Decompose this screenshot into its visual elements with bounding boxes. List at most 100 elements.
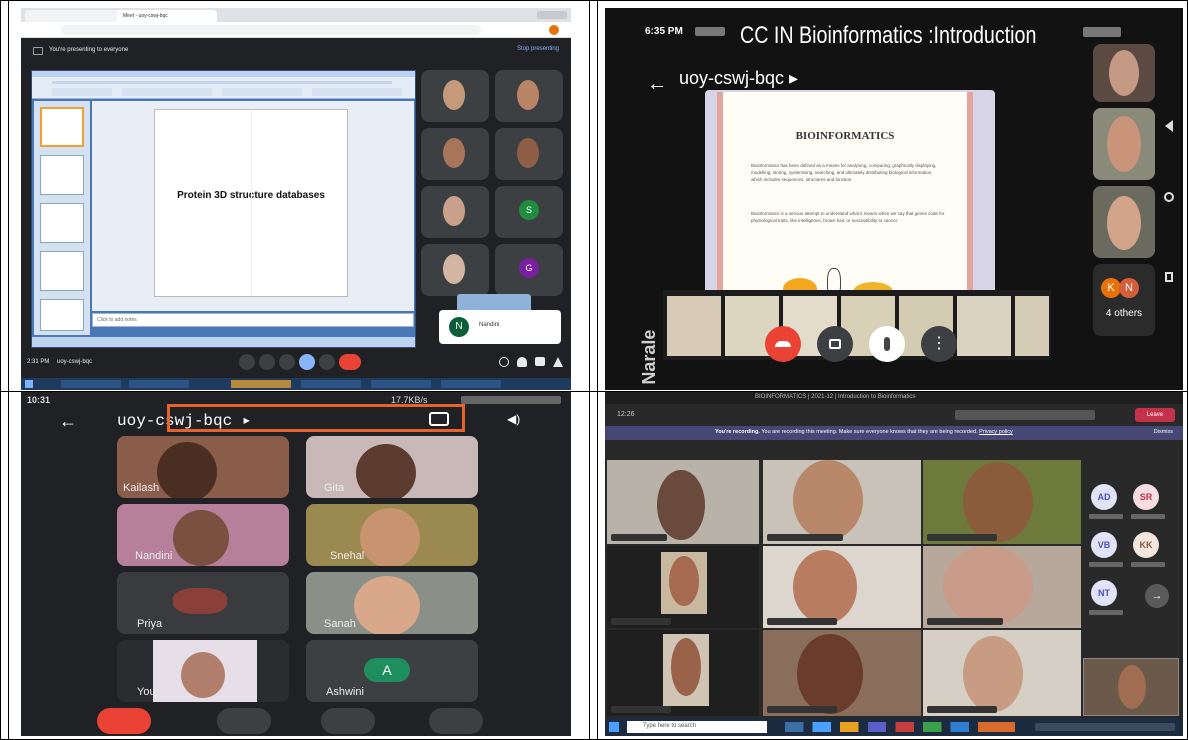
participant-tile[interactable]: S [495,186,563,238]
notes-pane[interactable]: Click to add notes [92,313,414,327]
video-tile[interactable] [763,630,921,716]
meeting-code-header[interactable]: uoy-cswj-bqc ▸ [679,68,798,89]
nav-home-icon[interactable] [1164,192,1174,202]
nav-recents-icon[interactable] [1165,272,1173,282]
others-tile[interactable]: K N 4 others [1093,264,1155,336]
participant-tile[interactable] [421,70,489,122]
thumbnail-2[interactable] [40,155,84,195]
video-tile[interactable] [607,630,759,716]
end-call-button[interactable] [765,326,801,362]
taskbar-search[interactable]: Type here to search [627,721,767,733]
captions-button[interactable] [279,354,295,370]
more-options-button[interactable] [319,354,335,370]
info-icon[interactable] [499,357,509,367]
participant-tile-kailash[interactable]: Kailash [117,436,289,498]
participant-avatar[interactable]: VB [1091,532,1117,558]
mic-button[interactable] [239,354,255,370]
thumbnail-3[interactable] [40,203,84,243]
participant-avatar[interactable]: AD [1091,484,1117,510]
video-tile[interactable] [763,460,921,544]
start-button[interactable] [609,722,619,732]
more-participants-button[interactable]: → [1145,584,1169,608]
mic-toggle-button[interactable] [321,708,375,734]
participant-tile[interactable] [1093,44,1155,102]
back-arrow-icon[interactable]: ← [647,74,667,94]
profile-icon[interactable] [549,25,559,35]
speaker-icon[interactable]: ◀) [507,412,520,426]
panel-phone-landscape: 6:35 PM CC IN Bioinformatics :Introducti… [605,8,1183,390]
participant-tile-snehal[interactable]: Snehal [306,504,478,566]
meeting-time: 2:31 PM [27,359,50,365]
panel-phone-portrait: 10:31 17.7KB/s ← uoy-cswj-bqc ▸ ◀) Kaila… [21,392,571,736]
participant-avatar: A [364,658,410,682]
switch-camera-icon[interactable] [429,412,449,426]
participant-tile[interactable] [421,128,489,180]
privacy-link[interactable]: Privacy policy [979,429,1013,435]
others-label: 4 others [1105,308,1143,319]
url-field[interactable] [61,25,481,35]
nav-back-icon[interactable] [1165,120,1173,132]
self-video-tile[interactable] [1083,658,1179,716]
activities-icon[interactable] [553,357,563,367]
video-tile[interactable] [923,630,1081,716]
window-controls[interactable] [537,11,567,19]
camera-toggle-button[interactable] [817,326,853,362]
leave-button[interactable]: Leave [1135,408,1175,422]
participant-name: Sanah [324,618,356,630]
video-tile[interactable] [763,546,921,628]
back-arrow-icon[interactable]: ← [59,412,77,430]
browser-tabbar: Meet - uoy-cswj-bqc [21,8,571,22]
camera-toggle-button[interactable] [217,708,271,734]
chip-avatar: N [449,317,469,337]
browser-tab-active[interactable]: Meet - uoy-cswj-bqc [117,10,217,22]
thumbnail-4[interactable] [40,251,84,291]
toolbar-icons[interactable] [955,410,1095,420]
participant-tile-you[interactable]: You [117,640,289,702]
taskbar-apps[interactable] [785,722,1015,732]
more-options-button[interactable]: ⋮ [921,326,957,362]
participant-tile[interactable] [1093,186,1155,258]
camera-button[interactable] [259,354,275,370]
strip-thumb[interactable] [667,296,721,356]
present-button[interactable] [299,354,315,370]
participant-tile-ashwini[interactable]: A Ashwini [306,640,478,702]
people-icon[interactable] [517,357,527,367]
system-tray[interactable] [1035,723,1175,731]
strip-thumb[interactable] [1015,296,1049,356]
video-tile[interactable] [607,546,759,628]
participant-tile-gita[interactable]: Gita [306,436,478,498]
strip-thumb[interactable] [957,296,1011,356]
dismiss-button[interactable]: Dismiss [1154,429,1173,435]
others-avatar-k: K [1101,278,1121,298]
browser-tab[interactable] [25,10,125,22]
participant-avatar[interactable]: KK [1133,532,1159,558]
stop-presenting-button[interactable]: Stop presenting [517,46,559,52]
leave-call-button[interactable] [339,354,361,370]
participant-tile-nandini[interactable]: Nandini [117,504,289,566]
mic-toggle-button[interactable] [869,326,905,362]
participant-tile[interactable] [421,186,489,238]
avatar-name-bar [1131,514,1165,519]
participant-avatar[interactable]: SR [1133,484,1159,510]
video-tile[interactable] [923,460,1081,544]
participant-tile[interactable] [495,70,563,122]
participant-tile[interactable] [495,128,563,180]
participant-name: Ashwini [326,686,364,698]
participant-tile-sanah[interactable]: Sanah [306,572,478,634]
thumbnail-5[interactable] [40,299,84,331]
end-call-button[interactable] [97,708,151,734]
thumbnail-1[interactable] [40,107,84,147]
divider-vertical [589,0,590,740]
start-button[interactable] [25,380,33,388]
participant-tile[interactable] [421,244,489,296]
video-tile[interactable] [607,460,759,544]
participant-chip[interactable]: N Nandini [439,310,561,344]
chat-icon[interactable] [535,357,545,366]
participant-tile-priya[interactable]: Priya [117,572,289,634]
more-options-button[interactable] [429,708,483,734]
participant-tile[interactable] [1093,108,1155,180]
present-icon [33,47,43,55]
participant-avatar[interactable]: NT [1091,580,1117,606]
participant-tile[interactable]: G [495,244,563,296]
video-tile[interactable] [923,546,1081,628]
